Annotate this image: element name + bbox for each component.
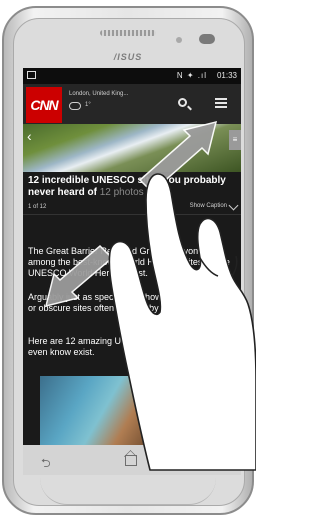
front-camera <box>199 34 215 44</box>
cnn-logo[interactable]: CNN <box>26 87 62 123</box>
home-icon[interactable] <box>125 455 137 466</box>
status-time: 01:33 <box>216 71 237 80</box>
article-paragraph: Here are 12 amazing UNESCO sites you mig… <box>28 336 231 357</box>
earpiece-speaker <box>100 30 156 36</box>
brand-logo: /ISUS <box>113 52 143 62</box>
back-icon[interactable]: ⮌ <box>41 454 51 475</box>
weather-temperature: 1° <box>85 102 91 108</box>
article-photo[interactable] <box>40 376 152 445</box>
grid-icon[interactable]: ≡ <box>229 130 241 150</box>
photo-count: 12 photos <box>99 187 144 198</box>
search-icon[interactable] <box>178 98 187 107</box>
show-caption-button[interactable]: Show Caption <box>190 203 227 209</box>
app-header: CNN London, United King... 1° <box>23 84 241 124</box>
chevron-down-icon[interactable] <box>228 200 239 211</box>
menu-icon[interactable] <box>215 98 227 108</box>
weather-location[interactable]: London, United King... <box>69 91 128 97</box>
phone-chin <box>40 478 216 505</box>
proximity-sensor <box>176 37 182 43</box>
navigation-bar: ⮌ <box>23 445 241 475</box>
recent-apps-icon[interactable] <box>207 456 219 466</box>
screen: N ✦ .ıl 01:33 CNN London, United King...… <box>23 68 241 445</box>
gallery-counter: 1 of 12 <box>28 204 47 210</box>
gallery-image[interactable]: ‹ ≡ <box>23 124 241 172</box>
notification-icon <box>27 71 36 79</box>
cloud-icon <box>69 102 81 110</box>
article-headline: 12 incredible UNESCO sites you probably … <box>28 175 238 199</box>
chevron-left-icon[interactable]: ‹ <box>27 128 32 144</box>
divider <box>23 214 241 215</box>
article-paragraph: Arguably just as spectacular, however, a… <box>28 292 236 313</box>
article-paragraph: The Great Barrier Reef and Grand Canyon … <box>28 246 230 278</box>
status-bar: N ✦ .ıl 01:33 <box>23 68 241 84</box>
status-icons: N ✦ .ıl <box>176 71 207 80</box>
